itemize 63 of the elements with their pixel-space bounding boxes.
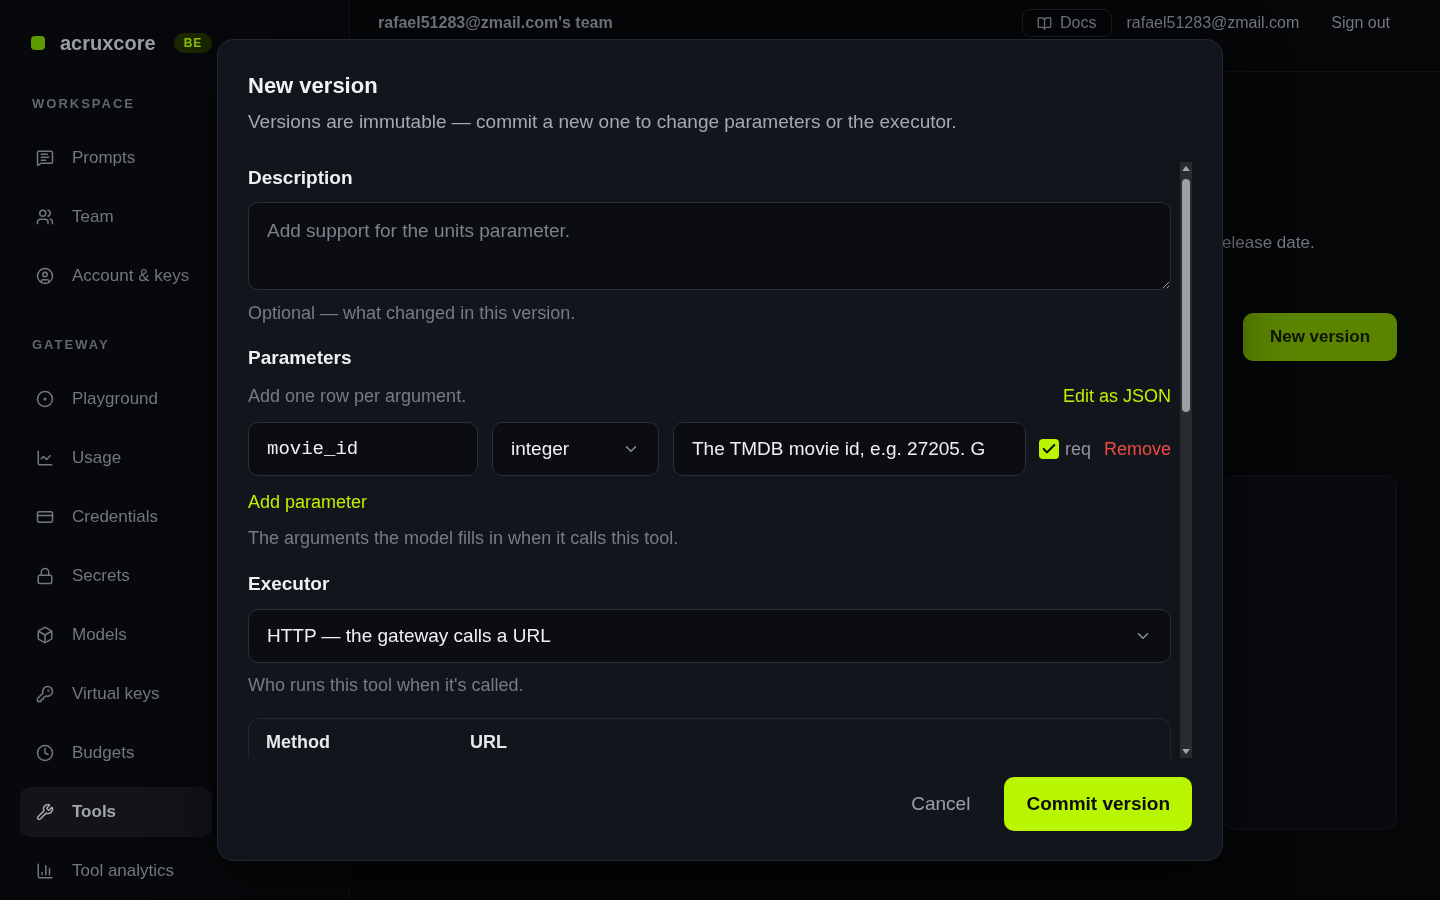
message-icon	[36, 149, 54, 167]
field-label: Executor	[248, 573, 331, 595]
docs-button[interactable]: Docs	[1022, 9, 1112, 37]
sidebar-item[interactable]: Team	[20, 192, 212, 242]
commit-button[interactable]: Commit version	[1004, 777, 1192, 831]
field-label: Parameters	[248, 347, 353, 369]
sidebar-item[interactable]: Tool analytics	[20, 846, 212, 896]
type-select[interactable]: integer	[492, 422, 659, 476]
name-field[interactable]: movie_id	[248, 422, 478, 476]
clock-icon	[36, 744, 54, 762]
logo-icon	[31, 36, 45, 50]
dialog-title: New version	[248, 72, 379, 100]
section-title: GATEWAY	[31, 337, 111, 353]
sidebar-item[interactable]: Virtual keys	[20, 669, 212, 719]
dialog-subtitle: Versions are immutable — commit a new one to change parameters or the executor.	[248, 110, 958, 134]
users-icon	[36, 208, 54, 226]
sidebar-item[interactable]: Account & keys	[20, 251, 212, 301]
edit-json-link[interactable]: Edit as JSON	[1062, 385, 1171, 407]
logo-text: acruxcore	[60, 31, 156, 55]
scroll-up-icon[interactable]	[1182, 166, 1190, 171]
sidebar-item[interactable]: Tools	[20, 787, 212, 837]
scrollbar-thumb[interactable]	[1182, 179, 1190, 412]
add-parameter-link[interactable]: Add parameter	[248, 491, 368, 513]
sidebar-item[interactable]: Credentials	[20, 492, 212, 542]
wrench-icon	[36, 803, 54, 821]
sidebar-item[interactable]: Prompts	[20, 133, 212, 183]
sidebar-item[interactable]: Models	[20, 610, 212, 660]
scrollbar[interactable]	[1180, 162, 1192, 758]
sidebar-item[interactable]: Playground	[20, 374, 212, 424]
section-title: WORKSPACE	[31, 96, 136, 112]
card-icon	[36, 508, 54, 526]
description-field[interactable]: Add support for the units parameter.	[248, 202, 1171, 290]
user-email: rafael51283@zmail.com	[1126, 14, 1300, 32]
page-description: elease date.	[1222, 232, 1316, 254]
required-label: req	[1065, 438, 1091, 460]
new-version-button[interactable]: New version	[1243, 313, 1397, 361]
bar-chart-icon	[36, 862, 54, 880]
sidebar-item[interactable]: Budgets	[20, 728, 212, 778]
help-text: Optional — what changed in this version.	[248, 302, 577, 324]
sign-out-link[interactable]: Sign out	[1331, 14, 1390, 32]
remove-link[interactable]: Remove	[1103, 438, 1171, 460]
field-label: URL	[470, 731, 507, 753]
sidebar-item[interactable]: Secrets	[20, 551, 212, 601]
field-label: Description	[248, 167, 354, 189]
help-text: Who runs this tool when it's called.	[248, 674, 525, 696]
lock-icon	[36, 567, 54, 585]
key-icon	[36, 685, 54, 703]
cube-icon	[36, 626, 54, 644]
cancel-button[interactable]: Cancel	[897, 777, 985, 831]
required-checkbox[interactable]	[1039, 439, 1059, 459]
beta-badge: BE	[173, 33, 213, 53]
sidebar-item[interactable]: Usage	[20, 433, 212, 483]
user-circle-icon	[36, 267, 54, 285]
line-chart-icon	[36, 449, 54, 467]
book-icon	[1037, 15, 1053, 31]
help-text: The arguments the model fills in when it calls this tool.	[248, 527, 680, 549]
executor-select[interactable]: HTTP — the gateway calls a URL	[248, 609, 1171, 663]
team-name: rafael51283@zmail.com's team	[378, 14, 613, 32]
field-label: Method	[266, 731, 330, 753]
circle-dot-icon	[36, 390, 54, 408]
hint-text: Add one row per argument.	[248, 385, 467, 407]
scroll-down-icon[interactable]	[1182, 749, 1190, 754]
description-input[interactable]: The TMDB movie id, e.g. 27205. G	[673, 422, 1026, 476]
